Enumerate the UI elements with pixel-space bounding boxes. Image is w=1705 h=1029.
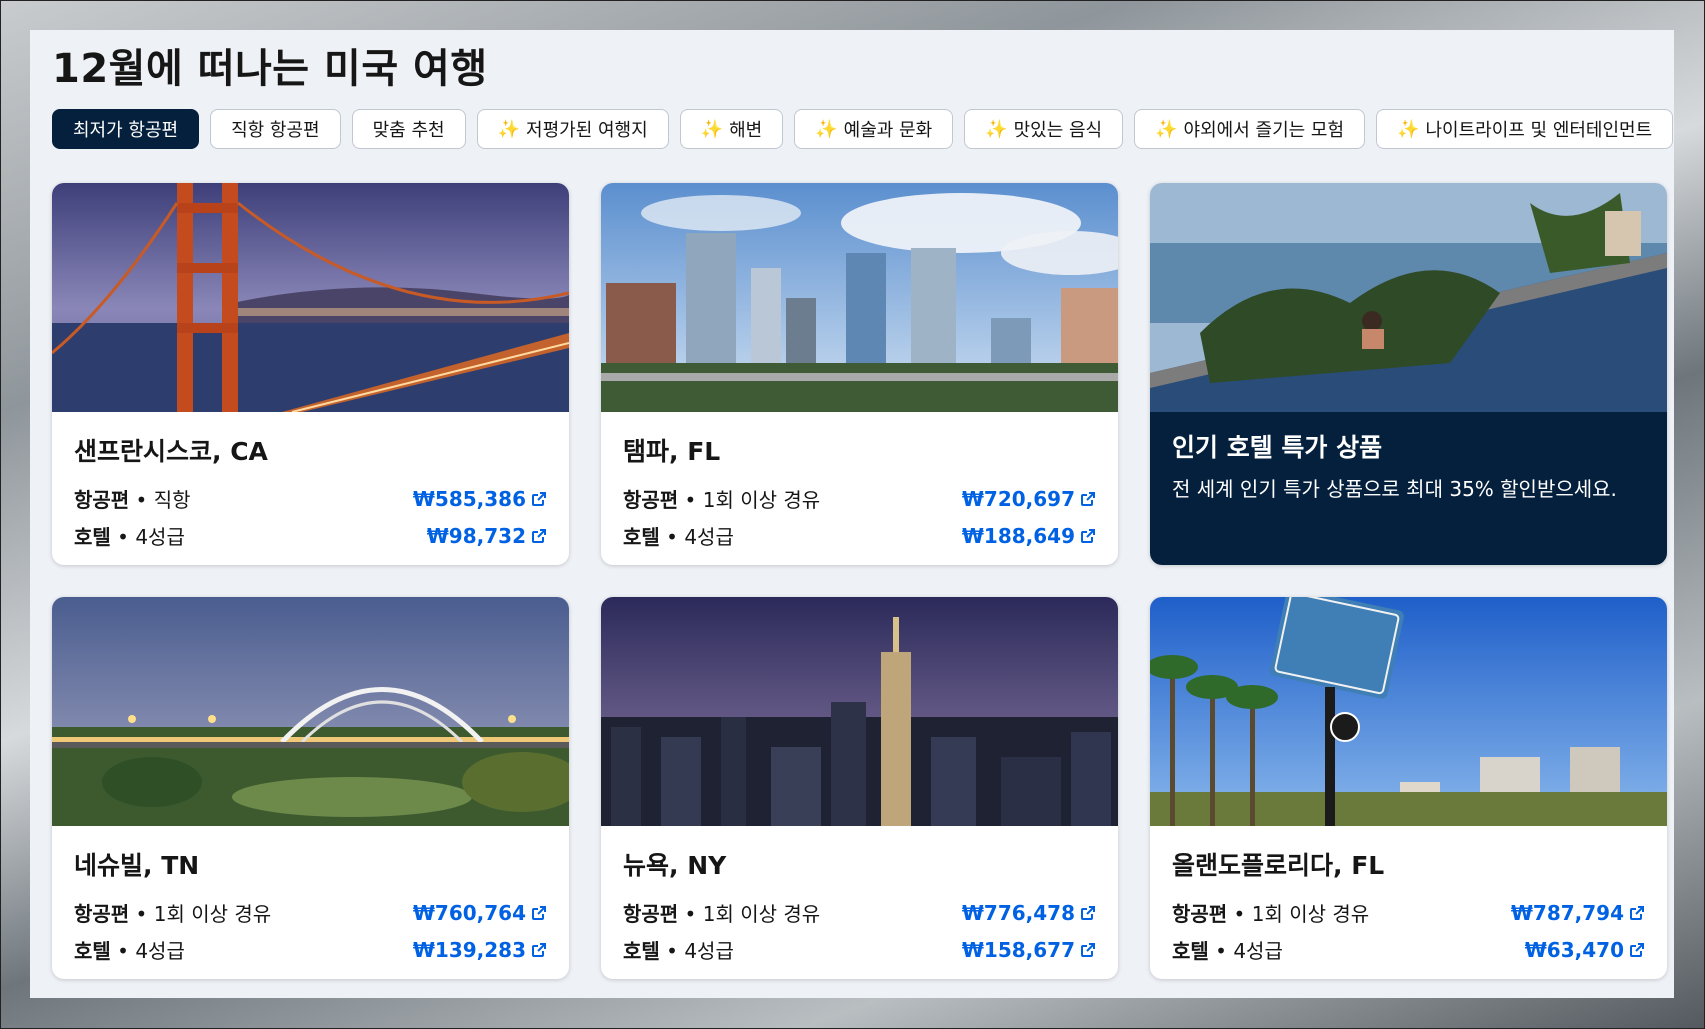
hotel-label: 호텔 • 4성급 bbox=[623, 939, 734, 963]
external-link-icon bbox=[532, 528, 546, 543]
sparkle-icon: ✨ bbox=[815, 118, 838, 140]
external-link-icon bbox=[532, 905, 546, 920]
hotel-row: 호텔 • 4성급 ₩188,649 bbox=[623, 517, 1096, 554]
chip-label: 맛있는 음식 bbox=[1013, 120, 1103, 141]
chip-arts-culture[interactable]: ✨ 예술과 문화 bbox=[794, 109, 954, 149]
hotel-price-link[interactable]: ₩98,732 bbox=[427, 524, 547, 548]
destination-grid: 샌프란시스코, CA 항공편 • 직항 ₩585,386 호텔 • 4성급 ₩9… bbox=[52, 183, 1667, 979]
hotel-price-link[interactable]: ₩158,677 bbox=[962, 938, 1096, 962]
external-link-icon bbox=[1081, 491, 1095, 506]
external-link-icon bbox=[1630, 942, 1644, 957]
destination-card-san-francisco[interactable]: 샌프란시스코, CA 항공편 • 직항 ₩585,386 호텔 • 4성급 ₩9… bbox=[52, 183, 569, 565]
infinity-pool-photo bbox=[1150, 183, 1667, 412]
chip-outdoor[interactable]: ✨ 야외에서 즐기는 모험 bbox=[1134, 109, 1366, 149]
external-link-icon bbox=[1081, 905, 1095, 920]
flight-row: 항공편 • 1회 이상 경유 ₩787,794 bbox=[1172, 894, 1645, 931]
hotel-row: 호텔 • 4성급 ₩139,283 bbox=[74, 931, 547, 968]
chip-food[interactable]: ✨ 맛있는 음식 bbox=[964, 109, 1124, 149]
city-name: 샌프란시스코, CA bbox=[74, 437, 268, 466]
flight-label: 항공편 • 1회 이상 경유 bbox=[623, 488, 821, 512]
chip-label: 저평가된 여행지 bbox=[526, 120, 648, 141]
city-name: 뉴욕, NY bbox=[623, 851, 727, 880]
chip-label: 나이트라이프 및 엔터테인먼트 bbox=[1425, 120, 1653, 141]
sparkle-icon: ✨ bbox=[497, 118, 521, 140]
flight-price-link[interactable]: ₩776,478 bbox=[962, 901, 1096, 925]
hotel-label: 호텔 • 4성급 bbox=[623, 525, 734, 549]
chip-label: 예술과 문화 bbox=[843, 120, 933, 141]
hotel-price-link[interactable]: ₩139,283 bbox=[413, 938, 547, 962]
flight-label: 항공편 • 1회 이상 경유 bbox=[623, 902, 821, 926]
flight-label: 항공편 • 1회 이상 경유 bbox=[1172, 902, 1370, 926]
hotel-row: 호텔 • 4성급 ₩98,732 bbox=[74, 517, 547, 554]
flight-price-link[interactable]: ₩585,386 bbox=[413, 487, 547, 511]
destination-card-new-york[interactable]: 뉴욕, NY 항공편 • 1회 이상 경유 ₩776,478 호텔 • 4성급 … bbox=[601, 597, 1118, 979]
chip-cheapest-flights[interactable]: 최저가 항공편 bbox=[52, 109, 200, 149]
sparkle-icon: ✨ bbox=[1397, 118, 1420, 140]
chip-label: 야외에서 즐기는 모험 bbox=[1183, 120, 1345, 141]
travel-section: 12월에 떠나는 미국 여행 최저가 항공편 직항 항공편 맞춤 추천 ✨ 저평가… bbox=[30, 30, 1674, 998]
hotel-row: 호텔 • 4성급 ₩63,470 bbox=[1172, 931, 1645, 968]
flight-label: 항공편 • 1회 이상 경유 bbox=[74, 902, 272, 926]
city-name: 네슈빌, TN bbox=[74, 851, 200, 880]
chip-beach[interactable]: ✨ 해변 bbox=[679, 109, 784, 149]
hotel-row: 호텔 • 4성급 ₩158,677 bbox=[623, 931, 1096, 968]
hotel-price-link[interactable]: ₩188,649 bbox=[962, 524, 1096, 548]
city-name: 탬파, FL bbox=[623, 437, 721, 466]
hotel-label: 호텔 • 4성급 bbox=[74, 525, 185, 549]
external-link-icon bbox=[1630, 905, 1644, 920]
destination-card-orlando[interactable]: 올랜도플로리다, FL 항공편 • 1회 이상 경유 ₩787,794 호텔 •… bbox=[1150, 597, 1667, 979]
external-link-icon bbox=[1081, 942, 1095, 957]
flight-row: 항공편 • 1회 이상 경유 ₩776,478 bbox=[623, 894, 1096, 931]
external-link-icon bbox=[1081, 528, 1095, 543]
flight-row: 항공편 • 직항 ₩585,386 bbox=[74, 480, 547, 517]
city-name: 올랜도플로리다, FL bbox=[1172, 851, 1385, 880]
flight-price-link[interactable]: ₩720,697 bbox=[962, 487, 1096, 511]
sparkle-icon: ✨ bbox=[1155, 118, 1178, 140]
sparkle-icon: ✨ bbox=[700, 118, 724, 140]
chip-label: 최저가 항공편 bbox=[73, 120, 179, 141]
flight-price-link[interactable]: ₩787,794 bbox=[1511, 901, 1645, 925]
golden-gate-bridge-photo bbox=[52, 183, 569, 412]
promo-text: 전 세계 인기 특가 상품으로 최대 35% 할인받으세요. bbox=[1172, 477, 1617, 501]
flight-row: 항공편 • 1회 이상 경유 ₩760,764 bbox=[74, 894, 547, 931]
chip-recommended[interactable]: 맞춤 추천 bbox=[351, 109, 466, 149]
new-york-skyline-photo bbox=[601, 597, 1118, 826]
hotel-deals-promo-card[interactable]: 인기 호텔 특가 상품 전 세계 인기 특가 상품으로 최대 35% 할인받으세… bbox=[1150, 183, 1667, 565]
orlando-sign-photo bbox=[1150, 597, 1667, 826]
tampa-skyline-photo bbox=[601, 183, 1118, 412]
promo-content: 인기 호텔 특가 상품 전 세계 인기 특가 상품으로 최대 35% 할인받으세… bbox=[1150, 412, 1667, 565]
chip-label: 해변 bbox=[729, 120, 763, 141]
destination-card-nashville[interactable]: 네슈빌, TN 항공편 • 1회 이상 경유 ₩760,764 호텔 • 4성급… bbox=[52, 597, 569, 979]
destination-card-tampa[interactable]: 탬파, FL 항공편 • 1회 이상 경유 ₩720,697 호텔 • 4성급 … bbox=[601, 183, 1118, 565]
external-link-icon bbox=[532, 942, 546, 957]
filter-chip-bar: 최저가 항공편 직항 항공편 맞춤 추천 ✨ 저평가된 여행지 ✨ 해변 ✨ 예술과 … bbox=[52, 109, 1674, 149]
nashville-bridge-photo bbox=[52, 597, 569, 826]
flight-price-link[interactable]: ₩760,764 bbox=[413, 901, 547, 925]
chip-label: 직항 항공편 bbox=[231, 120, 320, 141]
chip-nightlife[interactable]: ✨ 나이트라이프 및 엔터테인먼트 bbox=[1376, 109, 1674, 149]
hotel-label: 호텔 • 4성급 bbox=[1172, 939, 1283, 963]
chip-direct-flights[interactable]: 직항 항공편 bbox=[210, 109, 341, 149]
hotel-price-link[interactable]: ₩63,470 bbox=[1525, 938, 1645, 962]
sparkle-icon: ✨ bbox=[985, 118, 1008, 140]
chip-underrated[interactable]: ✨ 저평가된 여행지 bbox=[476, 109, 669, 149]
chip-label: 맞춤 추천 bbox=[372, 120, 445, 141]
hotel-label: 호텔 • 4성급 bbox=[74, 939, 185, 963]
flight-row: 항공편 • 1회 이상 경유 ₩720,697 bbox=[623, 480, 1096, 517]
promo-title: 인기 호텔 특가 상품 bbox=[1172, 433, 1383, 462]
external-link-icon bbox=[532, 491, 546, 506]
flight-label: 항공편 • 직항 bbox=[74, 488, 191, 512]
page-title: 12월에 떠나는 미국 여행 bbox=[52, 46, 488, 92]
